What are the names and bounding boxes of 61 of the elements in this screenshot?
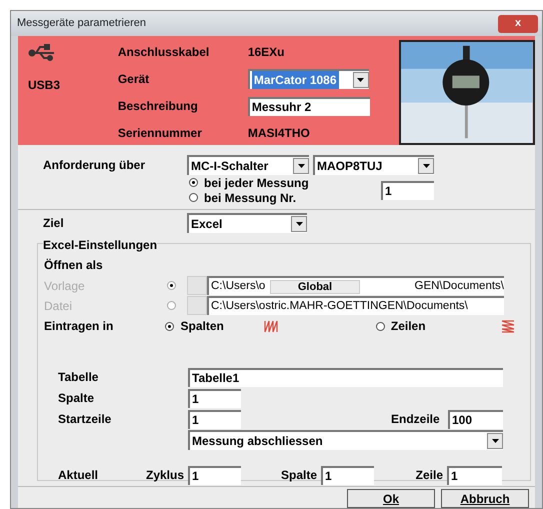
dropdown-field[interactable]: Excel <box>187 213 307 233</box>
dropdown-arrow-button[interactable] <box>352 72 369 88</box>
dialog-button[interactable]: Ok <box>347 489 435 508</box>
number-field[interactable]: 1 <box>381 181 434 200</box>
columns-icon <box>264 320 278 332</box>
dropdown-field[interactable]: MC-I-Schalter <box>187 155 309 175</box>
field-label: Beschreibung <box>118 98 199 115</box>
end-row-field[interactable]: 100 <box>448 410 503 428</box>
field-label: Spalte <box>280 467 318 484</box>
field-label: Tabelle <box>58 369 100 386</box>
rows-icon <box>500 320 515 332</box>
radio-button[interactable] <box>189 178 198 187</box>
field-label: Spalte <box>58 390 96 407</box>
field-label: Anforderung über <box>43 157 146 174</box>
caret-icon <box>298 164 304 168</box>
window-title: Messgeräte parametrieren <box>17 16 146 32</box>
field-label: Anschlusskabel <box>118 44 210 61</box>
radio-button[interactable] <box>189 193 198 202</box>
global-popup: Global <box>270 280 360 294</box>
field-value: 16EXu <box>248 44 285 61</box>
field-label: Ziel <box>43 215 65 232</box>
dropdown-arrow-button[interactable] <box>418 158 434 174</box>
dialog-button[interactable]: Abbruch <box>441 489 529 508</box>
column-field[interactable]: 1 <box>188 388 241 408</box>
radio-button[interactable] <box>165 322 174 330</box>
field-label: Startzeile <box>58 411 112 428</box>
field-label: Gerät <box>118 71 150 88</box>
caret-icon <box>296 222 302 226</box>
field-value: MASI4THO <box>248 125 310 142</box>
counter-field[interactable]: 1 <box>447 466 502 484</box>
radio-label: bei Messung Nr. <box>204 190 296 206</box>
field-label: Endzeile <box>391 411 441 428</box>
subsection-label: Öffnen als <box>44 257 103 274</box>
start-row-field[interactable]: 1 <box>188 410 241 428</box>
dropdown-field[interactable]: MarCator 1086 <box>248 69 369 89</box>
field-label: Aktuell <box>58 467 100 484</box>
field-label: Zeile <box>414 467 444 484</box>
field-label: Eintragen in <box>44 318 114 335</box>
description-field[interactable]: Messuhr 2 <box>248 96 370 116</box>
caret-icon <box>357 78 364 82</box>
field-label: Zyklus <box>144 467 185 484</box>
usb-icon <box>28 44 56 62</box>
field-label: Datei <box>44 298 74 314</box>
port-label: USB3 <box>28 77 62 94</box>
caret-icon <box>492 439 498 443</box>
caret-icon <box>422 164 430 168</box>
field-label: Seriennummer <box>118 125 203 142</box>
radio-label: Spalten <box>180 318 224 335</box>
dropdown-arrow-button[interactable] <box>487 433 503 449</box>
dropdown-field[interactable]: MAOP8TUJ <box>313 155 434 175</box>
dropdown-field[interactable]: Messung abschliessen <box>188 430 503 450</box>
dropdown-arrow-button[interactable] <box>293 158 309 174</box>
counter-field[interactable]: 1 <box>188 466 241 484</box>
dropdown-arrow-button[interactable] <box>291 216 307 232</box>
counter-field[interactable]: 1 <box>321 466 374 484</box>
sheet-field[interactable]: Tabelle1 <box>188 368 503 386</box>
radio-label: bei jeder Messung <box>204 174 309 192</box>
close-button[interactable]: x <box>498 14 538 32</box>
radio-button[interactable] <box>376 322 385 330</box>
radio-label: Zeilen <box>390 318 426 335</box>
field-label: Vorlage <box>44 278 86 294</box>
